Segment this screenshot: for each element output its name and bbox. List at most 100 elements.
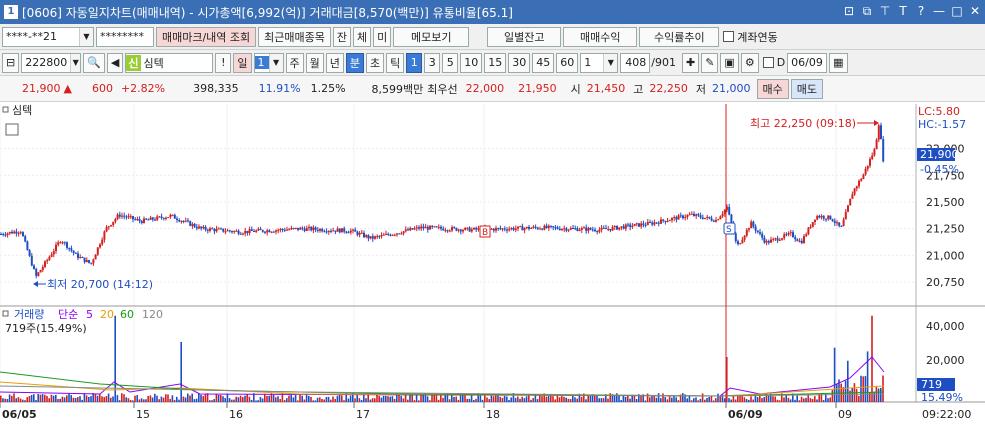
candlestick-chart[interactable]: 심텍 LC:5.80 HC:-1.57 22,00021,75021,50021… xyxy=(0,102,985,424)
volume-bar xyxy=(145,399,147,402)
volume-bar xyxy=(2,398,4,402)
volume-bar xyxy=(121,393,123,402)
password-field[interactable]: ******** xyxy=(96,26,154,47)
crosshair-icon[interactable]: ✚ xyxy=(681,52,700,73)
candle-body xyxy=(851,194,854,199)
period-minute-button[interactable]: 분 xyxy=(345,52,365,73)
candle-body xyxy=(750,221,753,229)
candle-body xyxy=(171,214,174,216)
candle-body xyxy=(541,228,544,230)
candle-body xyxy=(642,223,645,225)
date-input[interactable]: 06/09 xyxy=(787,52,828,73)
candle-body xyxy=(671,218,673,221)
trade-income-button[interactable]: 매매수익 xyxy=(563,26,638,47)
memo-button[interactable]: 메모보기 xyxy=(393,26,470,47)
period-week-button[interactable]: 주 xyxy=(285,52,304,73)
candle-body xyxy=(761,233,764,238)
close-icon[interactable]: ✕ xyxy=(969,4,981,19)
candle-body xyxy=(202,226,205,229)
candle-body xyxy=(336,228,339,232)
interval-button[interactable]: 15 xyxy=(484,52,507,73)
draw-tool-icon[interactable]: ✎ xyxy=(701,52,719,73)
volume-bar xyxy=(814,396,816,402)
period-day-button[interactable]: 일 xyxy=(233,52,252,73)
daily-balance-button[interactable]: 일별잔고 xyxy=(487,26,562,47)
panel-toggle-icon[interactable] xyxy=(2,106,9,113)
candle-body xyxy=(259,229,262,231)
volume-bar xyxy=(796,395,798,402)
date-checkbox[interactable]: D xyxy=(762,56,785,69)
period-second-button[interactable]: 초 xyxy=(366,52,385,73)
buy-button[interactable]: 매수 xyxy=(756,78,789,99)
balance-button[interactable]: 잔 xyxy=(332,26,352,47)
yield-trend-button[interactable]: 수익률추이 xyxy=(639,26,720,47)
candle-body xyxy=(129,216,132,218)
candle-body xyxy=(690,213,693,215)
candle-body xyxy=(607,228,610,230)
text-icon[interactable]: T xyxy=(897,4,909,19)
filled-button[interactable]: 체 xyxy=(353,26,372,47)
chevron-down-icon: ▼ xyxy=(70,53,81,72)
volume-bar xyxy=(30,394,33,402)
sound-icon[interactable]: ◀ xyxy=(106,52,124,73)
pin-icon[interactable]: ⊡ xyxy=(843,4,855,19)
volume-panel-toggle-icon[interactable] xyxy=(2,310,9,317)
count-select[interactable]: 1 ▼ xyxy=(580,52,619,73)
interval-button[interactable]: 10 xyxy=(460,52,483,73)
interval-button[interactable]: 5 xyxy=(442,52,459,73)
candle-body xyxy=(800,240,803,244)
chart-config-icon[interactable]: ⊟ xyxy=(2,52,20,73)
candle-body xyxy=(708,216,711,219)
grid-settings-icon[interactable] xyxy=(5,123,19,136)
candle-body xyxy=(371,236,374,239)
stock-code-input[interactable]: 222800 ▼ xyxy=(21,52,82,73)
search-icon[interactable]: 🔍 xyxy=(83,52,105,73)
volume-bar xyxy=(154,393,156,402)
calendar-icon[interactable]: ▦ xyxy=(829,52,848,73)
interval-button[interactable]: 3 xyxy=(424,52,441,73)
account-toolbar: ****-**21 ▼ ******** 매매마크/내역 조회 최근매매종목 잔… xyxy=(0,24,985,50)
account-select[interactable]: ****-**21 ▼ xyxy=(2,26,94,47)
interval-button[interactable]: 45 xyxy=(532,52,555,73)
candle-body xyxy=(356,231,359,235)
sell-button[interactable]: 매도 xyxy=(790,78,824,99)
help-icon[interactable]: ? xyxy=(915,4,927,19)
period-tick-button[interactable]: 틱 xyxy=(386,52,405,73)
volume-bar xyxy=(169,398,171,402)
chevron-down-icon: ▼ xyxy=(603,53,618,72)
candle-body xyxy=(717,219,720,221)
maximize-icon[interactable]: □ xyxy=(951,4,963,19)
candle-body xyxy=(631,226,634,228)
recent-trades-button[interactable]: 최근매매종목 xyxy=(258,26,331,47)
period-month-button[interactable]: 월 xyxy=(305,52,324,73)
volume-bar xyxy=(79,396,81,402)
gear-icon[interactable]: ⚙ xyxy=(740,52,759,73)
unfilled-button[interactable]: 미 xyxy=(373,26,392,47)
stock-name-field[interactable]: 신 심텍 xyxy=(125,52,214,73)
copy-window-icon[interactable]: ⧉ xyxy=(861,4,873,19)
top-icon[interactable]: ⊤ xyxy=(879,4,891,19)
trade-mark-query-button[interactable]: 매매마크/내역 조회 xyxy=(156,26,257,47)
candle-body xyxy=(792,232,794,238)
candle-body xyxy=(323,231,326,233)
bar-count-input[interactable]: 408 xyxy=(620,52,651,73)
chart-area[interactable]: 심텍 LC:5.80 HC:-1.57 22,00021,75021,50021… xyxy=(0,102,985,424)
volume-bar xyxy=(228,398,231,402)
period-number-select[interactable]: 1 ▼ xyxy=(253,52,284,73)
candle-body xyxy=(226,230,229,232)
candle-body xyxy=(523,228,526,231)
volume-bar xyxy=(761,398,763,402)
save-icon[interactable]: ▣ xyxy=(720,52,739,73)
interval-button[interactable]: 1 xyxy=(406,52,423,73)
account-link-checkbox[interactable]: 계좌연동 xyxy=(723,29,778,45)
candle-body xyxy=(561,228,563,230)
alert-button[interactable]: ! xyxy=(215,52,232,73)
interval-button[interactable]: 30 xyxy=(508,52,531,73)
interval-button[interactable]: 60 xyxy=(556,52,579,73)
volume-bar xyxy=(532,398,534,402)
candle-body xyxy=(50,254,53,257)
minimize-icon[interactable]: — xyxy=(933,4,945,19)
candle-body xyxy=(70,248,73,251)
volume-bar xyxy=(649,397,651,402)
period-year-button[interactable]: 년 xyxy=(325,52,344,73)
